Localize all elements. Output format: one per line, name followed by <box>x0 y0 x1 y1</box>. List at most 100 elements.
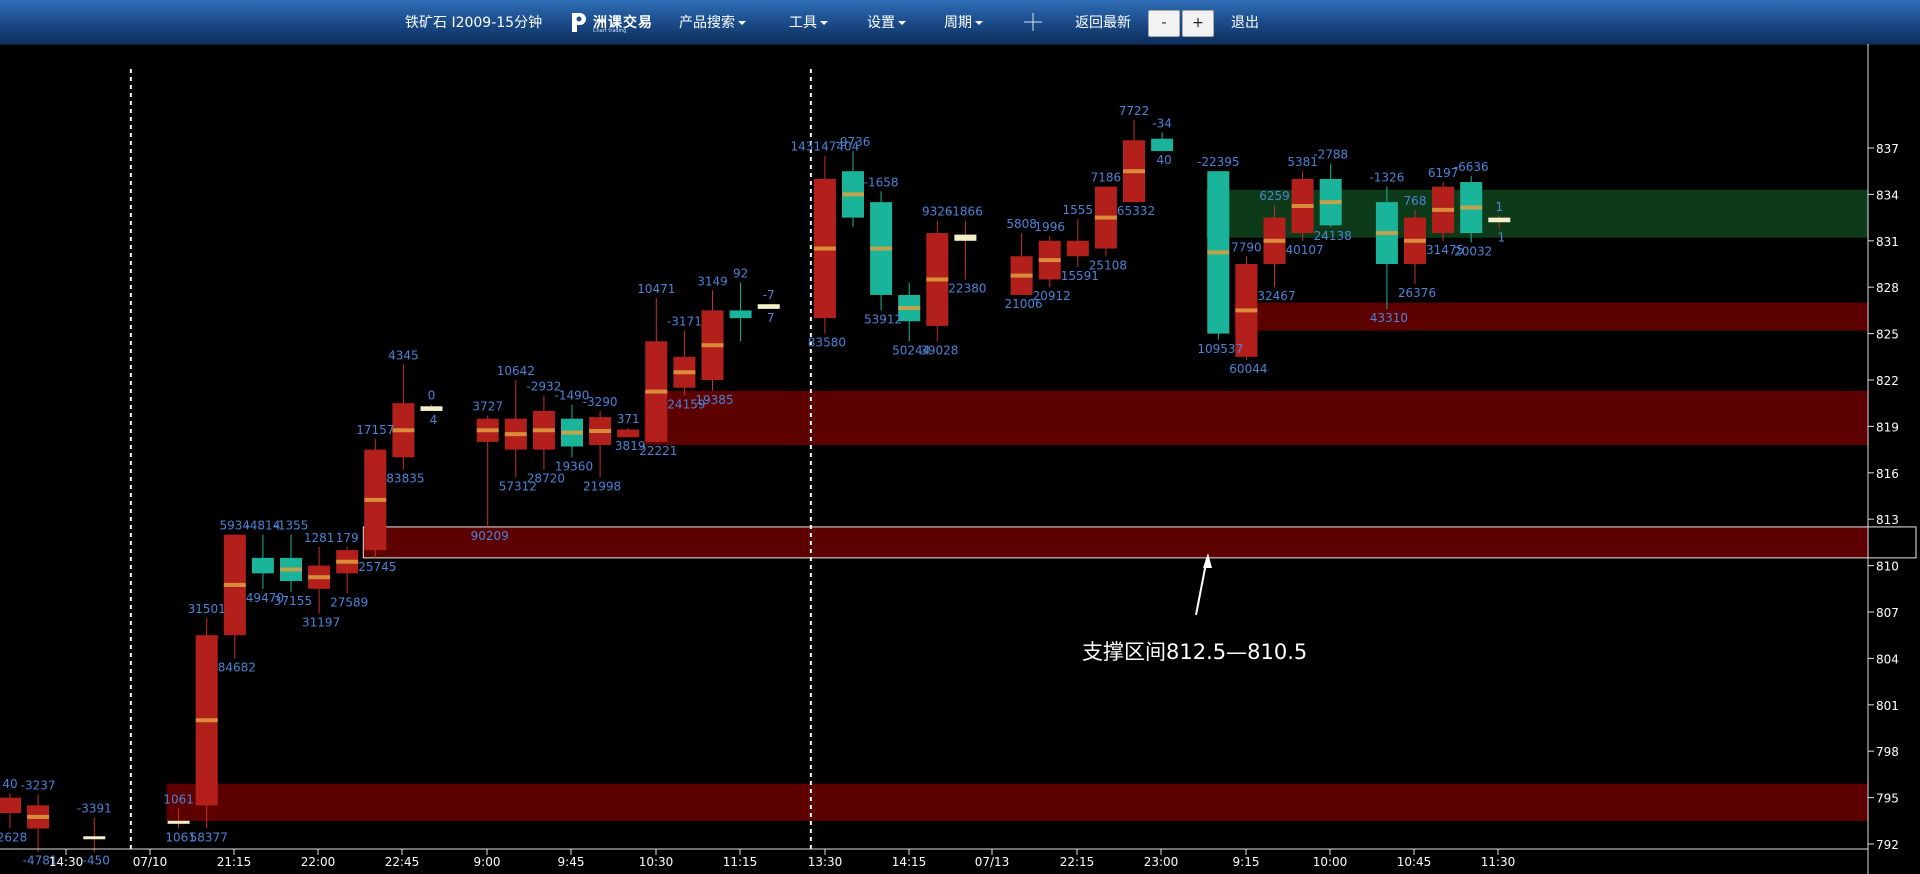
volume-label: 3727 <box>472 400 503 414</box>
delta-label: 1 <box>1497 230 1505 244</box>
zoom-in-button[interactable]: + <box>1182 10 1214 37</box>
x-tick-label: 10:00 <box>1313 855 1348 869</box>
volume-label: -3391 <box>77 802 112 816</box>
candle <box>673 330 696 396</box>
volume-label: 1555 <box>1063 203 1094 217</box>
candle <box>336 547 359 594</box>
zoom-out-button[interactable]: - <box>1148 10 1180 37</box>
candlestick-chart[interactable]: 402628-3237-4781-3391-450106110613150158… <box>0 44 1920 874</box>
volume-label: 179 <box>336 531 359 545</box>
candle-poc-marker <box>561 430 583 435</box>
y-tick-label: 807 <box>1876 606 1899 620</box>
candle-body <box>757 304 780 309</box>
candle-body <box>729 310 752 319</box>
candle <box>561 404 583 458</box>
candle-poc-marker <box>589 429 612 434</box>
zone-red <box>363 526 1868 558</box>
logout-button[interactable]: 退出 <box>1231 12 1259 32</box>
candle <box>1066 219 1089 268</box>
support-arrow <box>1195 553 1212 616</box>
x-tick-label: 11:30 <box>1481 855 1516 869</box>
candle <box>251 534 274 589</box>
volume-label: -1658 <box>864 175 899 189</box>
delta-label: 25745 <box>358 560 396 574</box>
delta-label: 58377 <box>190 831 228 845</box>
x-tick-label: 07/10 <box>133 855 168 869</box>
candle-body <box>420 406 443 411</box>
volume-label: 17157 <box>356 423 394 437</box>
candle <box>701 290 724 391</box>
volume-label: 1 <box>1495 200 1503 214</box>
candle <box>1460 175 1483 243</box>
candle <box>532 395 555 470</box>
delta-label: 19360 <box>555 459 593 473</box>
candle-poc-marker <box>926 277 949 282</box>
candle <box>1094 186 1117 257</box>
volume-label: 5808 <box>1006 217 1037 231</box>
delta-label: 27589 <box>330 595 368 609</box>
menu-settings[interactable]: 设置 <box>867 12 906 32</box>
candle-body <box>617 429 640 438</box>
candle-poc-marker <box>308 575 331 580</box>
delta-label: 37155 <box>274 594 312 608</box>
delta-label: 53912 <box>864 312 902 326</box>
delta-label: 83580 <box>808 336 846 350</box>
volume-label: -2788 <box>1313 147 1348 161</box>
candle-poc-marker <box>195 718 218 723</box>
price-zones <box>166 189 1917 821</box>
volume-label: 1996 <box>1034 220 1065 234</box>
volume-label: 10471 <box>637 282 675 296</box>
x-tick-label: 22:15 <box>1060 855 1095 869</box>
crosshair-icon[interactable] <box>1023 12 1043 32</box>
candle-poc-marker <box>1319 200 1342 205</box>
menu-tools[interactable]: 工具 <box>789 12 828 32</box>
candle-body <box>251 557 274 574</box>
volume-label: -34 <box>1152 117 1172 131</box>
candle <box>364 438 387 558</box>
candle <box>420 404 443 411</box>
candle-poc-marker <box>476 428 499 433</box>
candle <box>1207 171 1230 340</box>
support-zone-annotation: 支撑区间812.5—810.5 <box>1082 640 1308 664</box>
volume-label: -9736 <box>836 135 871 149</box>
x-tick-label: 9:00 <box>474 855 501 869</box>
y-tick-label: 819 <box>1876 420 1899 434</box>
candle-poc-marker <box>504 432 527 437</box>
top-toolbar: 铁矿石 I2009-15分钟 洲课交易 Chart trading 产品搜索 工… <box>0 0 1920 44</box>
back-to-latest-button[interactable]: 返回最新 <box>1075 12 1131 32</box>
volume-label: 7722 <box>1119 104 1150 118</box>
candle-poc-marker <box>1038 258 1061 263</box>
y-tick-label: 825 <box>1876 328 1899 342</box>
volume-label: 7186 <box>1091 171 1122 185</box>
delta-label: 28720 <box>527 472 565 486</box>
delta-label: 109537 <box>1197 342 1243 356</box>
volume-label: -22395 <box>1197 155 1240 169</box>
delta-label: 24138 <box>1314 229 1352 243</box>
zone-red <box>1234 302 1868 331</box>
candle-poc-marker <box>364 497 387 502</box>
volume-label: 6259 <box>1259 189 1290 203</box>
axes: 837 834 831 828 825 822 819 816 813 810 807 804 801 7… <box>0 44 1899 874</box>
candle <box>83 817 106 852</box>
candle <box>842 151 864 227</box>
delta-label: 21998 <box>583 479 621 493</box>
delta-label: 32467 <box>1257 289 1295 303</box>
candle-body <box>167 820 190 824</box>
candle-body <box>954 234 977 241</box>
x-tick-label: 13:30 <box>808 855 843 869</box>
candle-poc-marker <box>1432 207 1455 212</box>
x-tick-label: 10:30 <box>639 855 674 869</box>
volume-label: 768 <box>1404 194 1427 208</box>
candle <box>954 220 977 280</box>
candle <box>813 155 836 334</box>
delta-label: 4 <box>430 413 438 427</box>
volume-label: 10642 <box>497 364 535 378</box>
candle <box>0 792 21 829</box>
x-tick-label: 11:15 <box>723 855 758 869</box>
menu-period[interactable]: 周期 <box>944 12 983 32</box>
y-tick-label: 792 <box>1876 838 1899 852</box>
candle <box>757 304 780 309</box>
y-tick-label: 795 <box>1876 792 1899 806</box>
candle <box>223 534 246 659</box>
menu-product-search[interactable]: 产品搜索 <box>679 12 746 32</box>
